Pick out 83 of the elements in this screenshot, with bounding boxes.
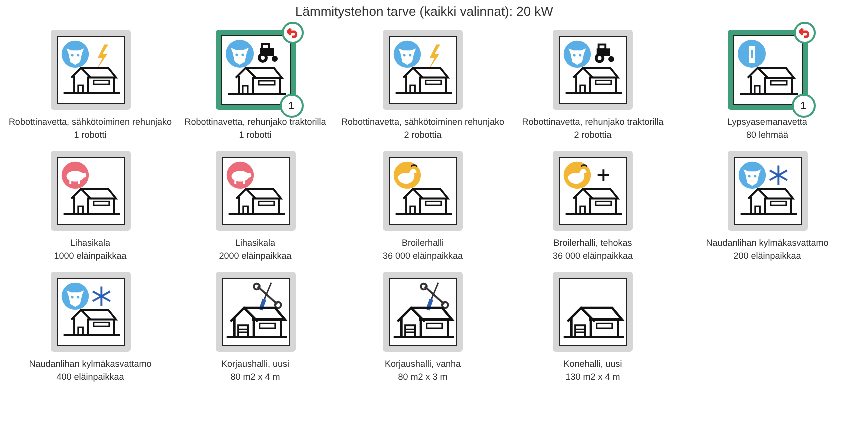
snowflake-icon	[768, 164, 788, 186]
cow-icon	[61, 282, 89, 310]
tile-subtitle: 1 robotti	[74, 129, 107, 142]
building-tile[interactable]	[216, 151, 296, 231]
cow-icon	[61, 40, 89, 68]
building-tile[interactable]	[383, 30, 463, 110]
lightning-icon	[428, 44, 440, 70]
tile-subtitle: 36 000 eläinpaikkaa	[382, 250, 464, 263]
cow-icon	[226, 40, 254, 68]
tile-subtitle: 2 robottia	[574, 129, 612, 142]
building-tile[interactable]	[383, 151, 463, 231]
pig-icon	[226, 162, 254, 190]
tile-subtitle: 80 lehmää	[746, 129, 789, 142]
barn-icon	[226, 66, 286, 95]
building-tile[interactable]	[728, 151, 808, 231]
building-tile[interactable]	[553, 30, 633, 110]
barn-icon	[739, 188, 798, 216]
tile-subtitle: 1 robotti	[239, 129, 272, 142]
cow-icon	[564, 40, 592, 68]
barn-icon	[738, 66, 798, 95]
tile-title: Konehalli, uusi	[564, 358, 622, 371]
tractor-icon	[258, 43, 278, 63]
milk-carton-icon	[738, 40, 766, 68]
building-tile[interactable]	[383, 272, 463, 352]
snowflake-icon	[91, 286, 111, 308]
tile-title: Broilerhalli, tehokas	[554, 237, 632, 250]
building-tile[interactable]	[50, 30, 130, 110]
building-tile[interactable]	[216, 272, 296, 352]
barn-icon	[394, 66, 454, 94]
building-tile[interactable]	[553, 272, 633, 352]
tile-title: Naudanlihan kylmäkasvattamo	[29, 358, 152, 371]
barn-icon	[394, 188, 454, 216]
tools-icon	[420, 282, 450, 311]
barn-icon	[227, 188, 286, 216]
tile-title: Korjaushalli, uusi	[221, 358, 290, 371]
tile-title: Robottinavetta, sähkötoiminen rehunjako	[8, 116, 172, 129]
barn-icon	[564, 66, 624, 94]
tile-title: Korjaushalli, vanha	[384, 358, 462, 371]
tile-title: Broilerhalli	[402, 237, 444, 250]
tile-subtitle: 2 robottia	[404, 129, 442, 142]
chicken-icon	[394, 162, 422, 190]
tile-subtitle: 2000 eläinpaikkaa	[219, 250, 292, 263]
building-tile[interactable]	[553, 151, 633, 231]
tile-title: Lihasikala	[235, 237, 276, 250]
plus-icon	[596, 168, 610, 182]
tools-icon	[252, 282, 282, 311]
count-badge: 1	[792, 94, 816, 118]
cow-icon	[394, 40, 422, 68]
tile-subtitle: 200 eläinpaikkaa	[734, 250, 802, 263]
building-tile[interactable]	[216, 30, 296, 110]
tractor-icon	[594, 44, 614, 64]
garage-icon	[562, 306, 626, 338]
building-tile[interactable]	[50, 272, 130, 352]
tile-subtitle: 1000 eläinpaikkaa	[54, 250, 127, 263]
barn-icon	[62, 188, 121, 216]
undo-icon	[798, 28, 810, 38]
chicken-icon	[564, 162, 592, 190]
tile-subtitle: 80 m2 x 4 m	[230, 371, 280, 384]
tile-title: Robottinavetta, sähkötoiminen rehunjako	[341, 116, 505, 129]
pig-icon	[61, 162, 89, 190]
tile-title: Robottinavetta, rehunjako traktorilla	[522, 116, 664, 129]
tile-title: Lypsyasemanavetta	[728, 116, 808, 129]
tile-subtitle: 130 m2 x 4 m	[566, 371, 620, 384]
tile-title: Robottinavetta, rehunjako traktorilla	[184, 116, 326, 129]
barn-icon	[62, 308, 121, 336]
barn-icon	[564, 188, 624, 216]
count-badge: 1	[280, 94, 304, 118]
undo-button[interactable]	[282, 22, 304, 44]
tile-title: Lihasikala	[70, 237, 111, 250]
undo-icon	[286, 28, 298, 38]
lightning-icon	[96, 44, 108, 70]
building-tile[interactable]	[50, 151, 130, 231]
tile-title: Naudanlihan kylmäkasvattamo	[706, 237, 829, 250]
garage-icon	[392, 306, 456, 338]
garage-icon	[225, 306, 288, 338]
tile-subtitle: 80 m2 x 3 m	[398, 371, 448, 384]
cow-icon	[738, 162, 766, 190]
tile-subtitle: 36 000 eläinpaikkaa	[552, 250, 634, 263]
building-tile[interactable]	[728, 30, 808, 110]
undo-button[interactable]	[794, 22, 816, 44]
heading: Lämmitystehon tarve (kaikki valinnat): 20 kW	[294, 3, 554, 21]
barn-icon	[62, 66, 121, 94]
tile-subtitle: 400 eläinpaikkaa	[56, 371, 124, 384]
